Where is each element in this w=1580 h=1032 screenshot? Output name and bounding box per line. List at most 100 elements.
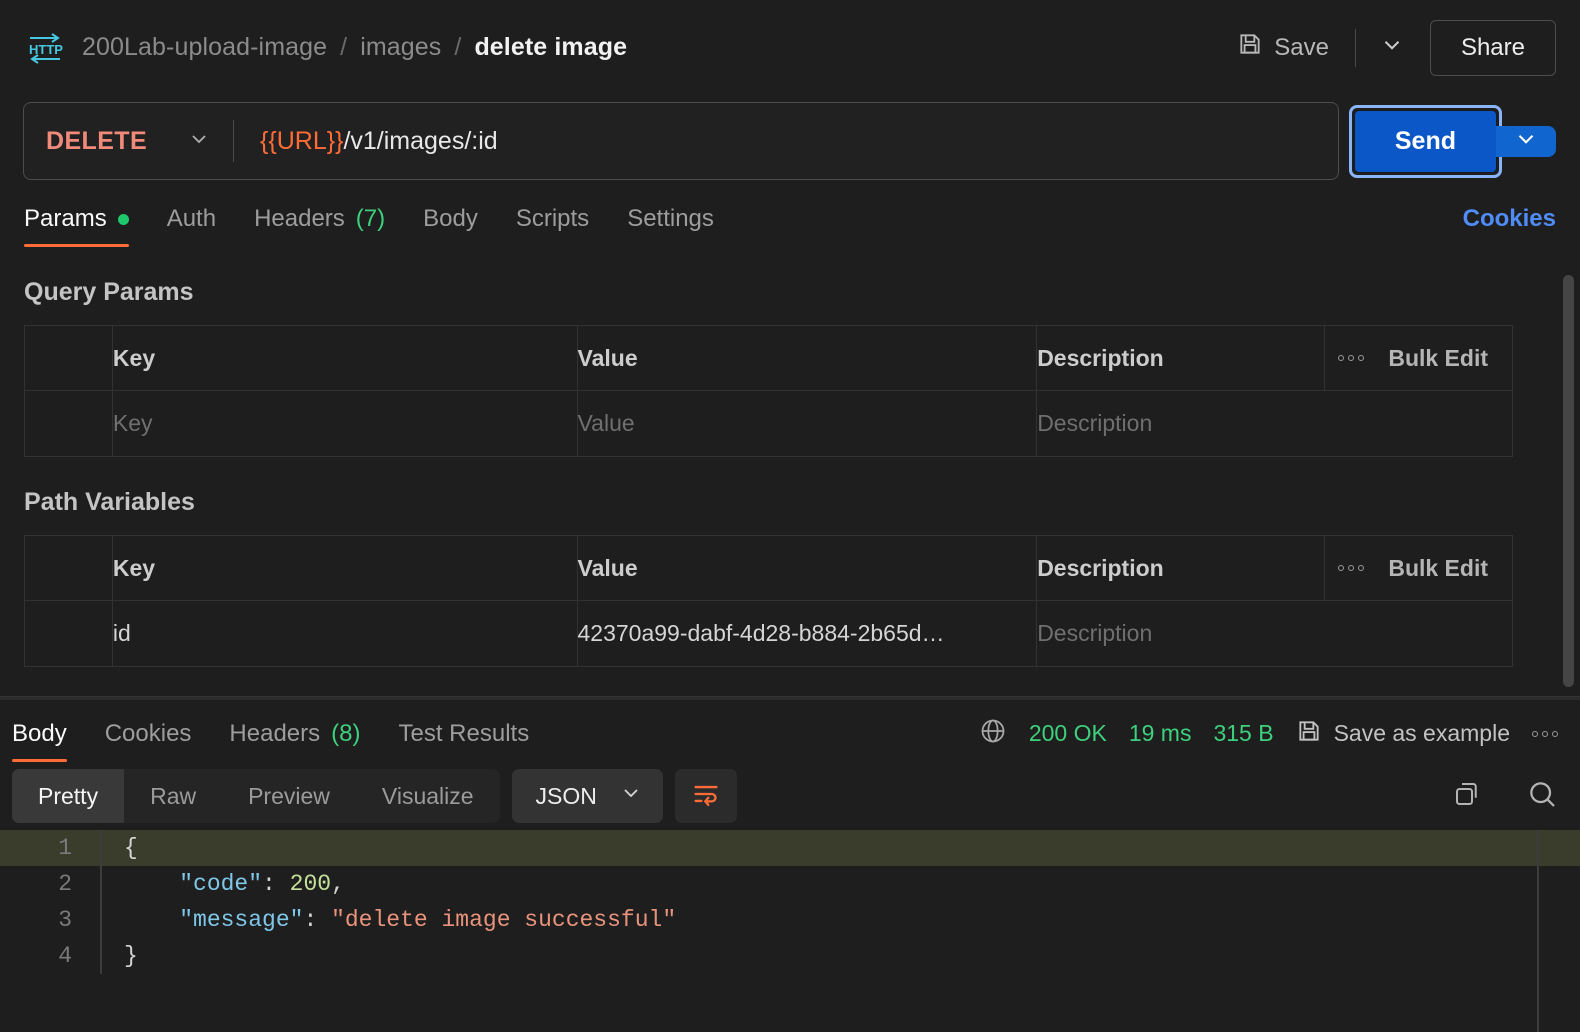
chevron-down-icon [619, 781, 643, 811]
response-time: 19 ms [1128, 720, 1192, 746]
globe-icon[interactable] [979, 717, 1007, 750]
path-variable-description-input[interactable]: Description [1036, 600, 1513, 667]
tab-settings[interactable]: Settings [627, 205, 714, 247]
response-tab-body-label: Body [12, 720, 67, 747]
three-dots-icon[interactable] [1338, 565, 1365, 571]
response-tab-headers-count: (8) [331, 720, 361, 747]
request-tab-bar: Params Auth Headers (7) Body Scripts Set… [0, 187, 1580, 247]
response-status: 200 OK [1028, 720, 1107, 746]
breadcrumb-request[interactable]: delete image [474, 33, 627, 62]
param-description-input[interactable]: Description [1036, 390, 1513, 457]
select-all-cell[interactable] [24, 535, 113, 601]
code-line: 2 "code": 200, [0, 866, 1580, 902]
row-checkbox[interactable] [24, 390, 113, 457]
share-button[interactable]: Share [1429, 19, 1556, 76]
code-line-text: } [124, 943, 138, 969]
breadcrumb-separator: / [340, 33, 348, 61]
send-button[interactable]: Send [1353, 109, 1497, 173]
response-body-actions [1452, 778, 1558, 815]
params-vertical-scrollbar[interactable] [1563, 275, 1574, 687]
tab-headers[interactable]: Headers (7) [254, 205, 385, 247]
save-as-example-label: Save as example [1333, 720, 1510, 746]
save-as-example-button[interactable]: Save as example [1296, 718, 1510, 750]
tab-scripts[interactable]: Scripts [516, 205, 589, 247]
param-value-input[interactable]: Value [576, 390, 1038, 457]
three-dots-icon[interactable] [1338, 355, 1365, 361]
view-mode-pretty[interactable]: Pretty [12, 769, 125, 823]
select-all-cell[interactable] [24, 325, 113, 391]
response-tab-test-results-label: Test Results [398, 720, 530, 747]
send-options-button[interactable] [1496, 125, 1556, 157]
view-mode-raw[interactable]: Raw [124, 769, 222, 823]
bulk-edit-button[interactable]: Bulk Edit [1388, 345, 1488, 372]
search-icon[interactable] [1526, 778, 1558, 815]
param-key-input[interactable]: Key [111, 390, 578, 457]
save-button[interactable]: Save [1225, 23, 1341, 72]
line-number: 4 [58, 943, 72, 969]
save-button-label: Save [1274, 33, 1329, 61]
response-body-code[interactable]: 1 { 2 "code": 200, 3 "message": "delete … [0, 830, 1580, 1032]
view-mode-visualize[interactable]: Visualize [356, 769, 500, 823]
tab-headers-count: (7) [355, 205, 386, 232]
tab-headers-label: Headers [254, 205, 345, 232]
cookies-link[interactable]: Cookies [1463, 205, 1556, 247]
url-path: /v1/images/:id [343, 126, 498, 155]
url-input[interactable]: {{URL}}/v1/images/:id [234, 127, 498, 156]
code-right-divider [1537, 830, 1539, 1032]
code-line: 3 "message": "delete image successful" [0, 902, 1580, 938]
tab-auth[interactable]: Auth [167, 205, 216, 247]
response-tab-body[interactable]: Body [12, 720, 67, 762]
column-header-description: Description [1036, 325, 1326, 391]
column-header-value: Value [576, 535, 1038, 601]
header-bar: HTTP 200Lab-upload-image / images / dele… [0, 0, 1580, 95]
postman-request-window: HTTP 200Lab-upload-image / images / dele… [0, 0, 1580, 1032]
copy-icon[interactable] [1452, 779, 1482, 814]
floppy-disk-icon [1237, 31, 1263, 64]
path-variable-key-input[interactable]: id [111, 600, 578, 667]
chevron-down-icon [1513, 126, 1539, 157]
code-line: 1 { [0, 830, 1580, 866]
http-method-selector[interactable]: DELETE [24, 103, 233, 179]
bulk-edit-cell: Bulk Edit [1324, 535, 1513, 601]
path-variable-value-input[interactable]: 42370a99-dabf-4d28-b884-2b65d… [576, 600, 1038, 667]
column-header-key: Key [111, 535, 578, 601]
http-method-label: DELETE [46, 126, 148, 155]
query-params-title: Query Params [24, 278, 194, 306]
response-language-selector[interactable]: JSON [511, 769, 663, 823]
response-tab-headers-label: Headers [229, 720, 321, 747]
breadcrumb-separator: / [454, 33, 462, 61]
tab-body-label: Body [423, 205, 478, 232]
view-mode-preview[interactable]: Preview [222, 769, 356, 823]
row-checkbox[interactable] [24, 600, 113, 667]
word-wrap-toggle[interactable] [674, 769, 737, 823]
table-header-row: Key Value Description Bulk Edit [24, 325, 1513, 391]
column-header-value: Value [576, 325, 1038, 391]
breadcrumb: 200Lab-upload-image / images / delete im… [82, 33, 627, 62]
tab-params[interactable]: Params [24, 205, 129, 247]
save-options-button[interactable] [1370, 28, 1414, 68]
line-number: 1 [58, 835, 72, 861]
tab-scripts-label: Scripts [515, 205, 590, 232]
request-params-panel: Query Params Key Value Description Bulk … [0, 247, 1580, 696]
breadcrumb-collection[interactable]: 200Lab-upload-image [82, 33, 327, 62]
chevron-down-icon [187, 127, 211, 156]
send-button-group: Send [1348, 104, 1556, 178]
tab-params-label: Params [24, 205, 107, 232]
table-row: id 42370a99-dabf-4d28-b884-2b65d… Descri… [24, 600, 1513, 667]
breadcrumb-folder[interactable]: images [360, 33, 441, 62]
code-line: 4 } [0, 938, 1580, 974]
header-divider [1354, 28, 1356, 67]
params-modified-dot-icon [117, 213, 129, 225]
line-number: 3 [58, 907, 72, 933]
svg-text:HTTP: HTTP [29, 42, 63, 57]
url-bar-row: DELETE {{URL}}/v1/images/:id Send [0, 95, 1580, 187]
response-tab-cookies[interactable]: Cookies [105, 720, 192, 762]
response-language-label: JSON [535, 782, 597, 809]
http-protocol-icon: HTTP [26, 31, 64, 65]
response-tab-test-results[interactable]: Test Results [398, 720, 529, 762]
bulk-edit-button[interactable]: Bulk Edit [1388, 555, 1488, 582]
response-tab-headers[interactable]: Headers (8) [229, 720, 360, 762]
response-panel: Body Cookies Headers (8) Test Results 20… [0, 700, 1580, 1032]
tab-body[interactable]: Body [423, 205, 478, 247]
three-dots-icon[interactable] [1532, 730, 1558, 737]
